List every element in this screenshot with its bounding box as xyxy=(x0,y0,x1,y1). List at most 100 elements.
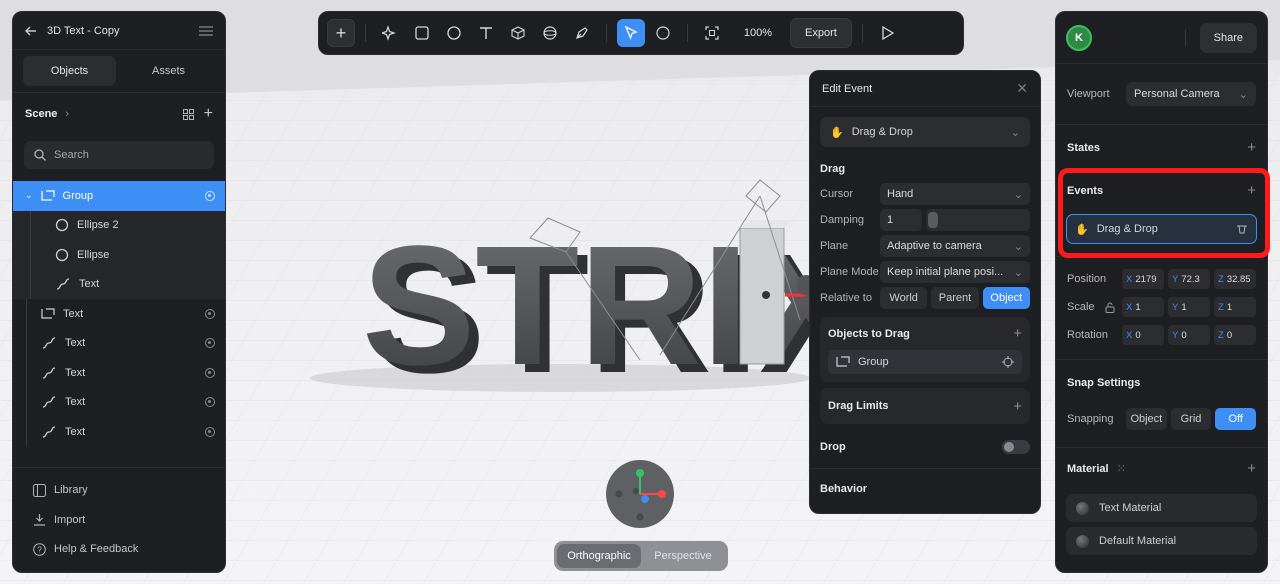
ai-tool-button[interactable] xyxy=(376,19,404,47)
export-button[interactable]: Export xyxy=(790,18,852,48)
layer-row-text[interactable]: Text xyxy=(13,358,225,388)
add-object-icon[interactable]: + xyxy=(204,105,213,123)
position-y-input[interactable]: Y 72.3 xyxy=(1168,269,1210,289)
visibility-icon[interactable] xyxy=(205,397,215,408)
rotation-x-value: 0 xyxy=(1135,329,1141,341)
visibility-icon[interactable] xyxy=(205,338,215,349)
layer-row-ellipse[interactable]: Ellipse xyxy=(13,240,225,270)
add-button[interactable]: + xyxy=(327,19,355,47)
relative-object-button[interactable]: Object xyxy=(982,287,1030,309)
scale-x-input[interactable]: X1 xyxy=(1122,297,1164,317)
pen-tool-button[interactable] xyxy=(568,19,596,47)
event-type-value: Drag & Drop xyxy=(851,126,913,138)
properties-panel: K Share Viewport Personal Camera ⌄ States… xyxy=(1055,11,1268,573)
scale-y-input[interactable]: Y1 xyxy=(1168,297,1210,317)
layer-row-text[interactable]: Text xyxy=(13,269,225,299)
import-icon xyxy=(33,513,46,526)
path-icon xyxy=(41,395,57,409)
add-object-icon[interactable]: + xyxy=(1013,325,1022,342)
grid-view-icon[interactable] xyxy=(182,108,194,120)
share-button[interactable]: Share xyxy=(1199,22,1257,53)
sphere-tool-button[interactable] xyxy=(536,19,564,47)
visibility-icon[interactable] xyxy=(205,190,215,201)
search-input[interactable]: Search xyxy=(24,141,214,169)
select-tool-button[interactable] xyxy=(617,19,645,47)
layer-row-ellipse-2[interactable]: Ellipse 2 xyxy=(13,210,225,240)
snap-grid-button[interactable]: Grid xyxy=(1170,408,1212,430)
perspective-button[interactable]: Perspective xyxy=(641,544,725,568)
relative-to-segmented: World Parent Object xyxy=(880,287,1030,309)
import-link[interactable]: Import xyxy=(13,505,225,535)
view-mode-toggle: Orthographic Perspective xyxy=(554,541,728,571)
drag-object-name: Group xyxy=(858,356,889,368)
frame-icon xyxy=(705,26,719,40)
layer-row-text[interactable]: Text xyxy=(13,417,225,447)
target-icon[interactable] xyxy=(1002,356,1014,368)
visibility-icon[interactable] xyxy=(205,308,215,319)
help-icon: ? xyxy=(33,542,46,556)
frame-tool-button[interactable] xyxy=(698,19,726,47)
rotation-y-input[interactable]: Y0 xyxy=(1168,325,1210,345)
lock-icon[interactable] xyxy=(1105,302,1115,313)
visibility-icon[interactable] xyxy=(205,367,215,378)
slider-handle[interactable] xyxy=(928,212,938,228)
tab-assets[interactable]: Assets xyxy=(122,56,215,86)
chevron-right-icon: › xyxy=(65,108,70,120)
layer-row-text[interactable]: Text xyxy=(13,387,225,417)
scale-z-input[interactable]: Z1 xyxy=(1214,297,1256,317)
cursor-select[interactable]: Hand ⌄ xyxy=(880,183,1030,205)
damping-value: 1 xyxy=(887,214,894,226)
library-link[interactable]: Library xyxy=(13,476,225,506)
orientation-gizmo[interactable] xyxy=(606,460,674,528)
play-button[interactable] xyxy=(873,19,901,47)
cube-tool-button[interactable] xyxy=(504,19,532,47)
drag-handle-icon[interactable]: ⁙ xyxy=(1117,462,1126,475)
zoom-level[interactable]: 100% xyxy=(730,27,786,39)
layer-row-text[interactable]: Text xyxy=(13,299,225,329)
sparkle-icon xyxy=(382,25,398,41)
layer-name: Text xyxy=(65,425,86,438)
damping-slider[interactable] xyxy=(926,209,1030,231)
rotation-z-input[interactable]: Z0 xyxy=(1214,325,1256,345)
snap-object-button[interactable]: Object xyxy=(1126,408,1167,430)
comment-tool-button[interactable] xyxy=(649,19,677,47)
objects-to-drag-label: Objects to Drag xyxy=(828,327,910,340)
plane-mode-select[interactable]: Keep initial plane posi... ⌄ xyxy=(880,261,1030,283)
layer-row-group[interactable]: ⌄ Group xyxy=(13,181,225,211)
plane-select[interactable]: Adaptive to camera ⌄ xyxy=(880,235,1030,257)
rectangle-tool-button[interactable] xyxy=(408,19,436,47)
relative-parent-button[interactable]: Parent xyxy=(931,287,979,309)
material-item[interactable]: Text Material xyxy=(1066,494,1257,522)
snapping-label: Snapping xyxy=(1067,413,1114,425)
material-item[interactable]: Default Material xyxy=(1066,527,1257,555)
relative-world-button[interactable]: World xyxy=(880,287,928,309)
add-limit-icon[interactable]: + xyxy=(1013,398,1022,415)
snap-off-button[interactable]: Off xyxy=(1215,408,1257,430)
position-x-input[interactable]: X 2179 xyxy=(1122,269,1164,289)
drop-toggle[interactable] xyxy=(1002,440,1030,454)
add-material-icon[interactable]: + xyxy=(1247,460,1256,477)
ellipse-tool-button[interactable] xyxy=(440,19,468,47)
chevron-down-icon[interactable]: ⌄ xyxy=(25,190,33,201)
position-z-input[interactable]: Z 32.85 xyxy=(1214,269,1256,289)
drop-label: Drop xyxy=(820,441,846,453)
help-link[interactable]: ? Help & Feedback xyxy=(13,535,225,565)
layer-name: Ellipse 2 xyxy=(77,219,119,232)
event-type-select[interactable]: ✋ Drag & Drop ⌄ xyxy=(820,117,1030,147)
viewport-select[interactable]: Personal Camera ⌄ xyxy=(1126,82,1256,106)
avatar[interactable]: K xyxy=(1066,24,1092,51)
drag-object-item[interactable]: Group xyxy=(828,350,1022,374)
menu-icon[interactable] xyxy=(199,25,213,36)
scene-label[interactable]: Scene xyxy=(25,108,57,120)
visibility-icon[interactable] xyxy=(205,426,215,437)
back-arrow-icon[interactable] xyxy=(25,26,37,36)
tab-objects[interactable]: Objects xyxy=(23,56,116,86)
text-tool-button[interactable] xyxy=(472,19,500,47)
damping-input[interactable]: 1 xyxy=(880,209,922,231)
rotation-x-input[interactable]: X0 xyxy=(1122,325,1164,345)
circle-icon xyxy=(447,26,461,40)
orthographic-button[interactable]: Orthographic xyxy=(557,544,641,568)
layer-row-text[interactable]: Text xyxy=(13,328,225,358)
add-state-icon[interactable]: + xyxy=(1247,139,1256,156)
close-icon[interactable]: ✕ xyxy=(1016,80,1028,97)
